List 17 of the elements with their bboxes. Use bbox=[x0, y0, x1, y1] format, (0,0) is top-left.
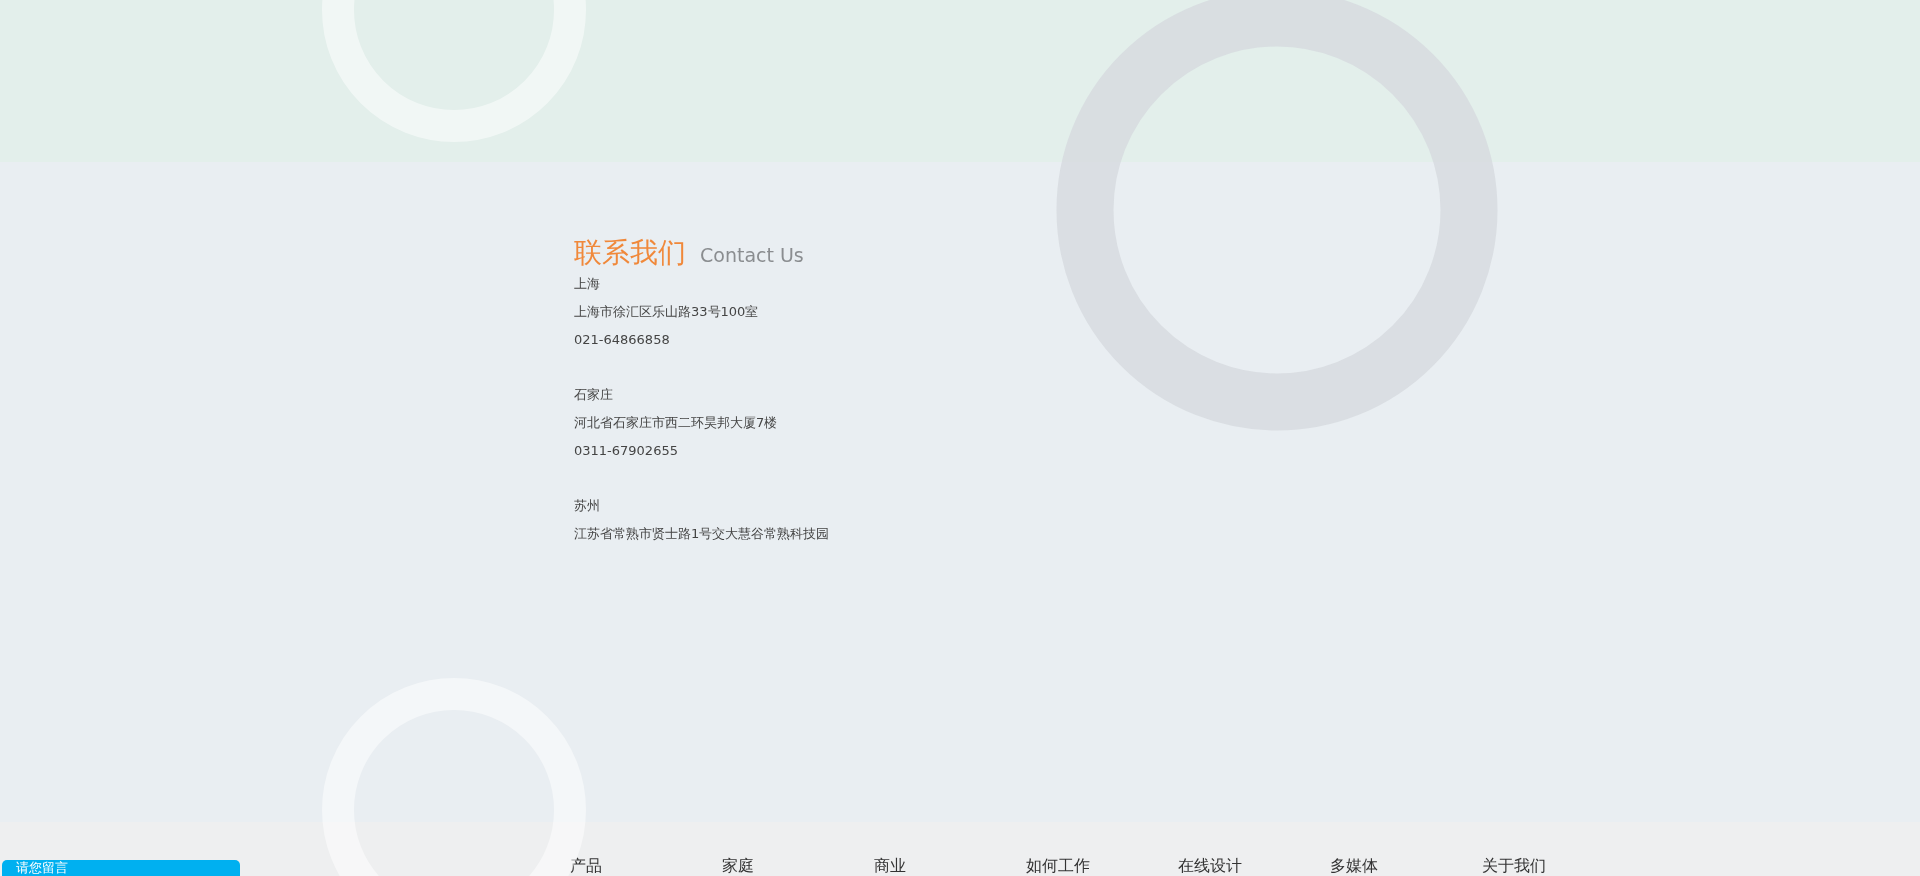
city-name: 上海 bbox=[574, 274, 600, 293]
footer-nav-link[interactable]: 如何工作 bbox=[1026, 856, 1178, 876]
footer-nav-link[interactable]: 商业 bbox=[874, 856, 1026, 876]
footer-nav-link[interactable]: 在线设计 bbox=[1178, 856, 1330, 876]
city-name: 石家庄 bbox=[574, 385, 613, 404]
section-subtitle: Contact Us bbox=[700, 243, 804, 268]
address-text: 上海市徐汇区乐山路33号100室 bbox=[574, 302, 759, 321]
address-text: 江苏省常熟市贤士路1号交大慧谷常熟科技园 bbox=[574, 524, 830, 543]
footer-nav-link[interactable]: 产品 bbox=[570, 856, 722, 876]
section-title: 联系我们 bbox=[574, 236, 686, 270]
footer-nav-link[interactable]: 家庭 bbox=[722, 856, 874, 876]
address-text: 河北省石家庄市西二环昊邦大厦7楼 bbox=[574, 413, 778, 432]
footer-nav-link[interactable]: 多媒体 bbox=[1330, 856, 1482, 876]
phone-number: 0311-67902655 bbox=[574, 441, 678, 460]
phone-number: 021-64866858 bbox=[574, 330, 670, 349]
footer-nav-link[interactable]: 关于我们 bbox=[1482, 856, 1634, 876]
city-name: 苏州 bbox=[574, 496, 600, 515]
